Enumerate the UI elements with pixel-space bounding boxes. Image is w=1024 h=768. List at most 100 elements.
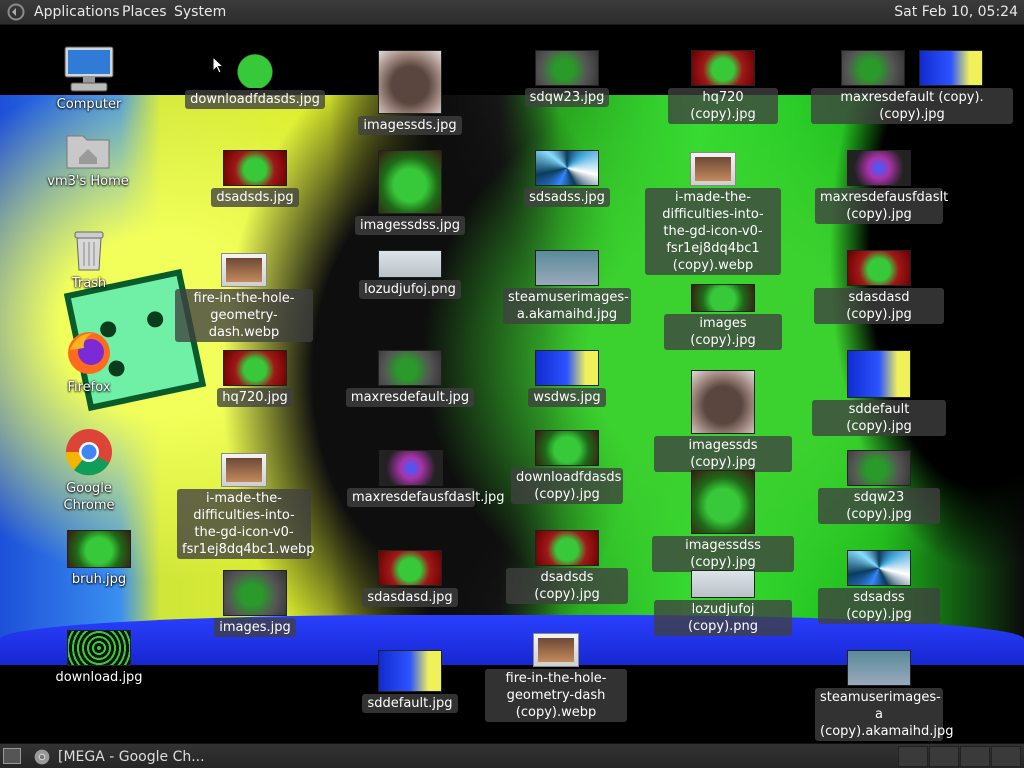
image-thumbnail-icon bbox=[691, 570, 755, 598]
taskbar-window-button[interactable]: [MEGA - Google Ch... bbox=[34, 746, 314, 767]
webp-file-icon bbox=[221, 453, 267, 487]
file-icon[interactable]: images (copy).jpg bbox=[664, 284, 782, 350]
file-icon[interactable]: imagessds.jpg bbox=[358, 50, 462, 135]
desktop-icon-label: Trash bbox=[71, 276, 107, 291]
file-icon[interactable]: imagessdss (copy).jpg bbox=[652, 470, 794, 572]
file-icon[interactable]: lozudjufoj (copy).png bbox=[654, 570, 792, 636]
file-icon[interactable]: imagessdss.jpg bbox=[354, 150, 466, 235]
file-label: imagessds (copy).jpg bbox=[654, 436, 792, 472]
image-file-icon bbox=[67, 630, 131, 666]
file-icon[interactable]: steamuserimages-a (copy).akamaihd.jpg bbox=[814, 650, 954, 741]
image-thumbnail-icon bbox=[378, 650, 442, 692]
webp-file-icon bbox=[690, 152, 736, 186]
image-thumbnail-icon bbox=[223, 570, 287, 616]
image-thumbnail-icon bbox=[919, 50, 983, 86]
clock[interactable]: Sat Feb 10, 05:24 bbox=[894, 4, 1018, 20]
file-icon[interactable]: fire-in-the-hole-geometry-dash (copy).we… bbox=[484, 633, 628, 722]
file-label: lozudjufoj.png bbox=[359, 280, 461, 299]
desktop-icon-trash[interactable]: Trash bbox=[60, 228, 118, 293]
file-label: sdsadss.jpg bbox=[524, 188, 610, 207]
file-label: sdqw23.jpg bbox=[524, 88, 610, 107]
workspace-3[interactable] bbox=[960, 746, 990, 767]
workspace-4[interactable] bbox=[991, 746, 1021, 767]
file-label: downloadfdasds (copy).jpg bbox=[511, 468, 623, 504]
file-icon[interactable]: steamuserimages-a.akamaihd.jpg bbox=[502, 250, 632, 324]
workspace-2[interactable] bbox=[929, 746, 959, 767]
desktop-icon-home[interactable]: vm3's Home bbox=[40, 130, 136, 191]
file-icon[interactable]: sdsadss.jpg bbox=[522, 150, 612, 207]
file-label: sdqw23 (copy).jpg bbox=[818, 488, 940, 524]
file-icon[interactable]: sdsadss (copy).jpg bbox=[818, 550, 940, 624]
file-icon[interactable]: lozudjufoj.png bbox=[359, 250, 461, 299]
mate-logo-icon[interactable] bbox=[6, 3, 26, 21]
image-thumbnail-icon bbox=[379, 450, 443, 486]
webp-file-icon bbox=[533, 633, 579, 667]
file-icon[interactable]: sdqw23 (copy).jpg bbox=[818, 450, 940, 524]
workspace-1[interactable] bbox=[898, 746, 928, 767]
file-icon[interactable]: downloadfdasds (copy).jpg bbox=[510, 430, 624, 504]
file-label: imagessdss.jpg bbox=[354, 216, 466, 235]
file-icon[interactable]: wsdws.jpg bbox=[527, 350, 607, 407]
file-label: lozudjufoj (copy).png bbox=[654, 600, 792, 636]
file-icon[interactable]: imagessds (copy).jpg bbox=[654, 370, 792, 472]
home-folder-icon bbox=[66, 135, 110, 169]
image-thumbnail-icon bbox=[691, 284, 755, 312]
file-label: downloadfdasds.jpg bbox=[185, 90, 325, 109]
image-thumbnail-icon bbox=[535, 50, 599, 86]
file-icon[interactable]: dsadsds (copy).jpg bbox=[506, 530, 628, 604]
trash-icon bbox=[74, 231, 104, 271]
file-icon[interactable]: maxresdefausfdaslt (copy).jpg bbox=[814, 150, 948, 224]
file-label: maxresdefault (copy). (copy).jpg bbox=[811, 88, 1013, 124]
file-icon[interactable]: fire-in-the-hole-geometry-dash.webp bbox=[174, 253, 314, 342]
file-icon[interactable]: sdasdasd (copy).jpg bbox=[814, 250, 944, 324]
file-label: imagessds.jpg bbox=[358, 116, 462, 135]
file-icon[interactable]: maxresdefausfdaslt.jpg bbox=[346, 450, 504, 507]
computer-icon bbox=[64, 46, 114, 92]
image-thumbnail-icon bbox=[847, 550, 911, 586]
file-icon[interactable]: maxresdefault (copy). (copy).jpg bbox=[810, 50, 1014, 124]
desktop-icon-computer[interactable]: Computer bbox=[50, 45, 128, 114]
file-label: sddefault.jpg bbox=[362, 694, 458, 713]
file-icon[interactable]: hq720.jpg bbox=[212, 350, 298, 407]
desktop-icon-label: Firefox bbox=[67, 380, 111, 395]
image-thumbnail-icon bbox=[535, 150, 599, 186]
file-icon[interactable]: sddefault.jpg bbox=[362, 650, 458, 713]
file-icon[interactable]: i-made-the-difficulties-into-the-gd-icon… bbox=[644, 152, 782, 275]
system-menu[interactable]: System bbox=[174, 4, 226, 20]
file-icon[interactable]: sdasdasd.jpg bbox=[362, 550, 458, 607]
file-label: maxresdefausfdaslt (copy).jpg bbox=[815, 188, 948, 224]
file-icon[interactable]: sdqw23.jpg bbox=[522, 50, 612, 107]
show-desktop-icon[interactable] bbox=[3, 748, 21, 764]
file-label: dsadsds.jpg bbox=[211, 188, 299, 207]
image-thumbnail-icon bbox=[841, 50, 905, 86]
file-icon[interactable]: images.jpg bbox=[210, 570, 300, 637]
image-thumbnail-icon bbox=[847, 150, 911, 186]
desktop-icon-bruh[interactable]: bruh.jpg bbox=[66, 530, 132, 589]
firefox-icon bbox=[68, 332, 110, 374]
desktop-icon-download[interactable]: download.jpg bbox=[55, 630, 143, 687]
image-thumbnail-icon bbox=[378, 150, 442, 214]
mouse-cursor-icon bbox=[212, 56, 224, 74]
desktop-icon-label: Google Chrome bbox=[63, 481, 115, 513]
file-icon[interactable]: i-made-the-difficulties-into-the-gd-icon… bbox=[176, 453, 315, 559]
image-thumbnail-icon bbox=[535, 250, 599, 286]
desktop-icon-chrome[interactable]: Google Chrome bbox=[38, 427, 140, 515]
image-thumbnail-icon bbox=[691, 470, 755, 534]
file-icon[interactable]: sddefault (copy).jpg bbox=[812, 350, 946, 436]
file-icon[interactable]: hq720 (copy).jpg bbox=[668, 50, 778, 124]
desktop-icon-label: bruh.jpg bbox=[71, 572, 127, 587]
image-thumbnail-icon bbox=[378, 550, 442, 586]
file-icon[interactable]: maxresdefault.jpg bbox=[345, 350, 475, 407]
image-thumbnail-icon bbox=[847, 250, 911, 286]
places-menu[interactable]: Places bbox=[122, 4, 167, 20]
file-label: sddefault (copy).jpg bbox=[812, 400, 946, 436]
image-thumbnail-icon bbox=[535, 530, 599, 566]
applications-menu[interactable]: Applications bbox=[34, 4, 120, 20]
image-file-icon bbox=[67, 530, 131, 568]
desktop-icon-firefox[interactable]: Firefox bbox=[58, 330, 120, 397]
chrome-icon bbox=[65, 429, 112, 476]
file-icon[interactable]: dsadsds.jpg bbox=[210, 150, 300, 207]
desktop-icon-label: Computer bbox=[56, 97, 122, 112]
bottom-panel: [MEGA - Google Ch... bbox=[0, 743, 1024, 768]
file-icon[interactable]: downloadfdasds.jpg bbox=[185, 52, 325, 109]
